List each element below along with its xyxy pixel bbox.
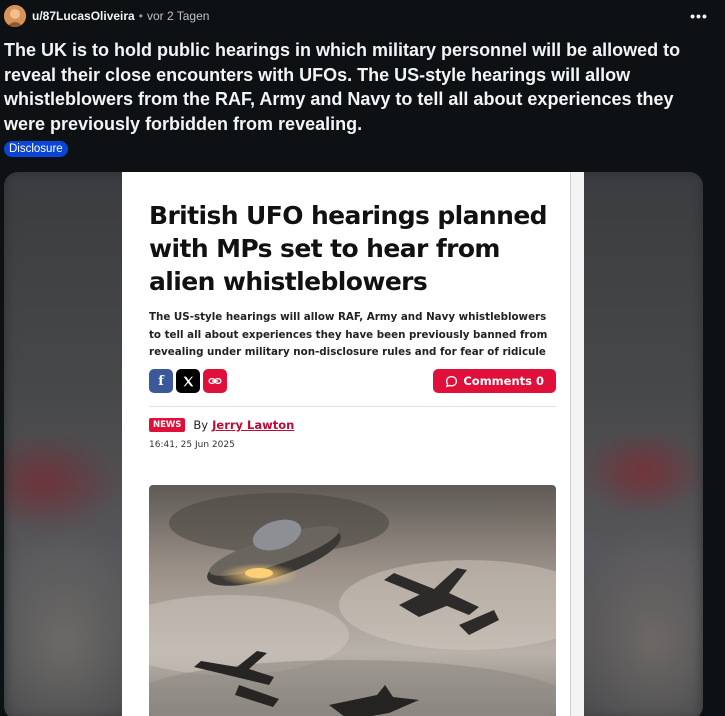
username-link[interactable]: u/87LucasOliveira [32,9,135,23]
article-headline: British UFO hearings planned with MPs se… [149,201,548,296]
by-label: By [193,418,209,432]
author-link[interactable]: Jerry Lawton [212,418,294,432]
divider [149,406,556,407]
avatar-icon[interactable] [4,5,26,27]
x-icon[interactable] [176,369,200,393]
news-badge: NEWS [149,418,186,432]
share-row: f Comments 0 [149,369,556,395]
article-subheadline: The US-style hearings will allow RAF, Ar… [149,311,548,358]
reddit-post: u/87LucasOliveira • vor 2 Tagen ••• The … [0,0,725,716]
more-options-icon[interactable]: ••• [685,5,713,27]
post-image[interactable]: British UFO hearings planned with MPs se… [4,172,703,716]
facebook-icon[interactable]: f [149,369,173,393]
link-icon[interactable] [203,369,227,393]
comment-icon [446,375,458,387]
byline: NEWS By Jerry Lawton [149,417,294,433]
comments-label: Comments 0 [463,374,544,388]
post-header: u/87LucasOliveira • vor 2 Tagen ••• [4,4,713,28]
separator-dot: • [138,9,143,23]
article-date: 16:41, 25 Jun 2025 [149,440,235,450]
post-timestamp: vor 2 Tagen [146,9,210,23]
article-page: British UFO hearings planned with MPs se… [122,172,571,716]
comments-button[interactable]: Comments 0 [433,369,556,393]
post-flair[interactable]: Disclosure [4,141,68,157]
article-hero-image [149,485,556,716]
post-title[interactable]: The UK is to hold public hearings in whi… [4,38,716,136]
article-screenshot: British UFO hearings planned with MPs se… [122,172,584,716]
